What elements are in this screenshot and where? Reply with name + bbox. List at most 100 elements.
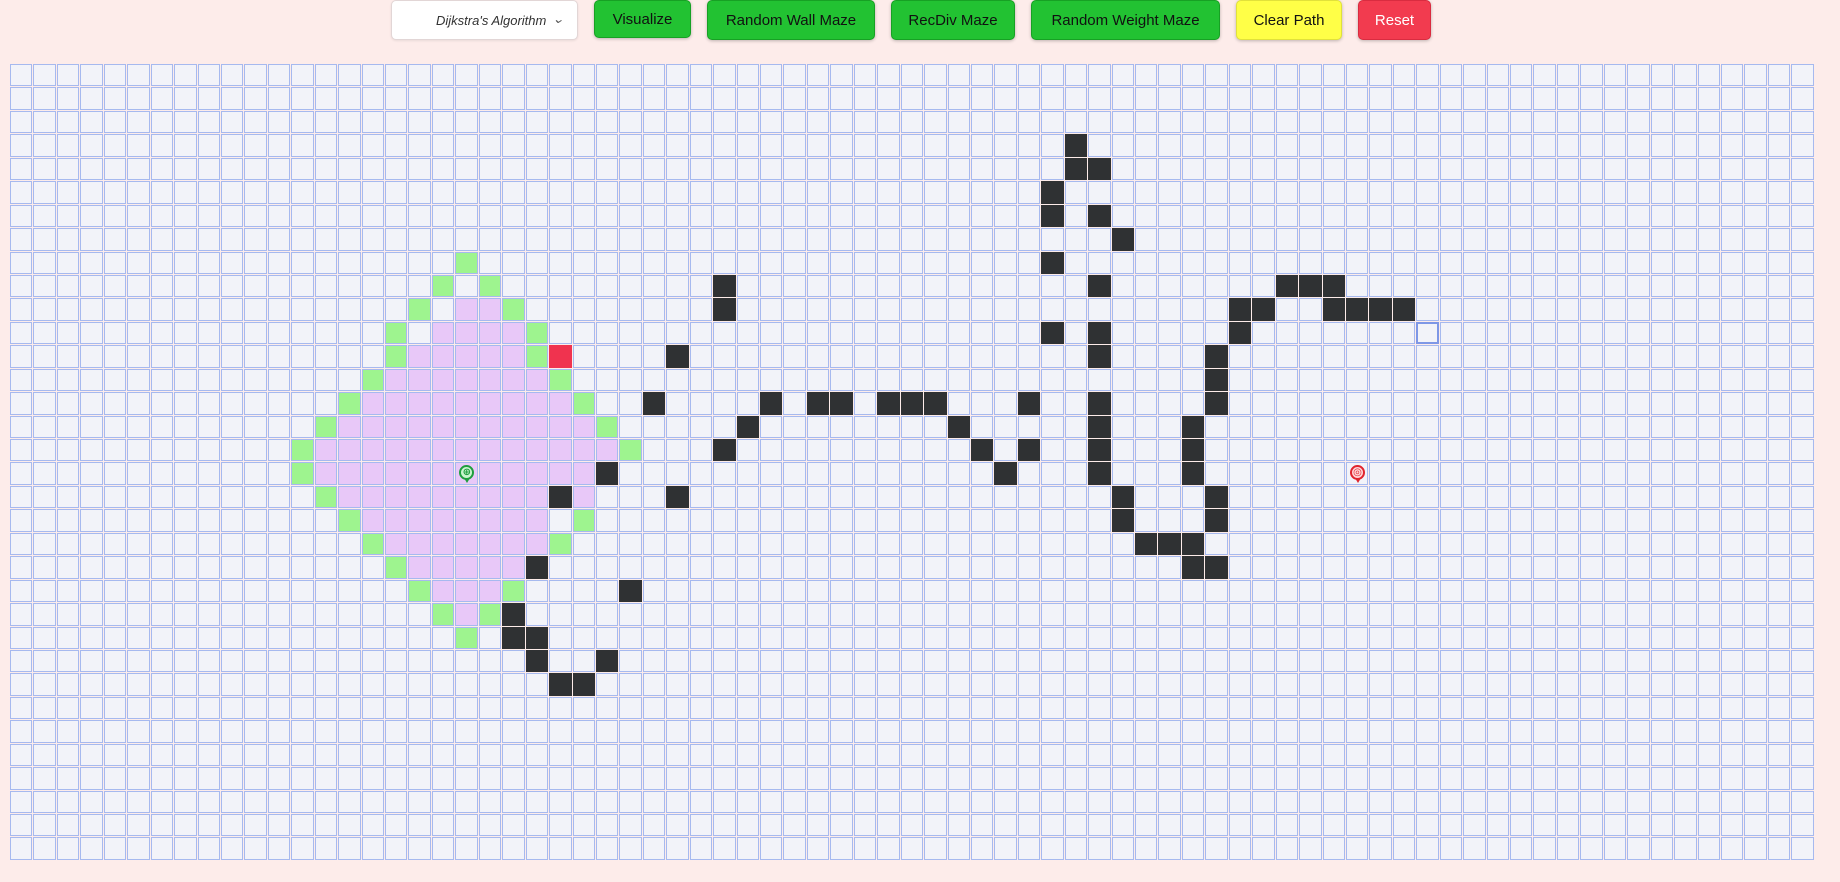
grid-cell[interactable]: [1345, 64, 1369, 87]
grid-cell[interactable]: [1791, 439, 1814, 462]
grid-cell[interactable]: [1767, 509, 1791, 532]
grid-cell[interactable]: [1181, 228, 1205, 251]
grid-cell[interactable]: [1627, 696, 1650, 720]
grid-cell[interactable]: [408, 837, 431, 860]
grid-cell[interactable]: [291, 579, 314, 603]
frontier-cell[interactable]: [525, 345, 549, 368]
grid-cell[interactable]: [291, 696, 314, 720]
grid-cell[interactable]: [900, 110, 924, 134]
grid-cell[interactable]: [1486, 415, 1509, 438]
grid-cell[interactable]: [1017, 64, 1041, 87]
grid-cell[interactable]: [947, 626, 970, 649]
grid-cell[interactable]: [1322, 204, 1345, 228]
grid-cell[interactable]: [1088, 532, 1111, 556]
grid-cell[interactable]: [1064, 110, 1088, 134]
grid-cell[interactable]: [1767, 274, 1791, 298]
grid-cell[interactable]: [1416, 134, 1439, 157]
grid-cell[interactable]: [267, 743, 291, 767]
grid-cell[interactable]: [760, 696, 783, 720]
grid-cell[interactable]: [220, 767, 244, 790]
wall-cell[interactable]: [572, 673, 595, 696]
grid-cell[interactable]: [1392, 649, 1416, 673]
grid-cell[interactable]: [1064, 485, 1088, 509]
grid-cell[interactable]: [736, 790, 759, 813]
grid-cell[interactable]: [853, 509, 877, 532]
grid-cell[interactable]: [1322, 720, 1345, 743]
grid-cell[interactable]: [1463, 509, 1486, 532]
grid-cell[interactable]: [80, 368, 103, 392]
grid-cell[interactable]: [1720, 673, 1744, 696]
grid-cell[interactable]: [1205, 532, 1228, 556]
grid-cell[interactable]: [1603, 720, 1627, 743]
grid-cell[interactable]: [1791, 720, 1814, 743]
visited-cell[interactable]: [478, 509, 502, 532]
grid-cell[interactable]: [1299, 64, 1322, 87]
grid-cell[interactable]: [431, 181, 455, 204]
grid-cell[interactable]: [1275, 415, 1299, 438]
grid-cell[interactable]: [806, 157, 830, 181]
grid-cell[interactable]: [1228, 157, 1252, 181]
grid-cell[interactable]: [1603, 485, 1627, 509]
grid-cell[interactable]: [947, 556, 970, 579]
grid-cell[interactable]: [267, 462, 291, 485]
grid-cell[interactable]: [1580, 64, 1603, 87]
grid-cell[interactable]: [361, 181, 384, 204]
grid-cell[interactable]: [1697, 767, 1720, 790]
grid-cell[interactable]: [174, 415, 197, 438]
visited-cell[interactable]: [478, 321, 502, 345]
grid-cell[interactable]: [853, 368, 877, 392]
grid-cell[interactable]: [385, 274, 408, 298]
grid-cell[interactable]: [1111, 110, 1134, 134]
grid-cell[interactable]: [1533, 64, 1556, 87]
grid-cell[interactable]: [1181, 767, 1205, 790]
grid-cell[interactable]: [1767, 673, 1791, 696]
grid-cell[interactable]: [1510, 790, 1533, 813]
grid-cell[interactable]: [1791, 814, 1814, 837]
grid-cell[interactable]: [1088, 814, 1111, 837]
grid-cell[interactable]: [1299, 556, 1322, 579]
grid-cell[interactable]: [1392, 415, 1416, 438]
grid-cell[interactable]: [1017, 274, 1041, 298]
grid-cell[interactable]: [1392, 462, 1416, 485]
grid-cell[interactable]: [33, 626, 56, 649]
wall-cell[interactable]: [595, 649, 619, 673]
grid-cell[interactable]: [549, 509, 572, 532]
grid-cell[interactable]: [1205, 814, 1228, 837]
grid-cell[interactable]: [197, 134, 220, 157]
grid-cell[interactable]: [1322, 64, 1345, 87]
grid-cell[interactable]: [1135, 485, 1158, 509]
grid-cell[interactable]: [33, 837, 56, 860]
grid-cell[interactable]: [314, 743, 338, 767]
grid-cell[interactable]: [1299, 767, 1322, 790]
grid-cell[interactable]: [1111, 743, 1134, 767]
grid-cell[interactable]: [1299, 673, 1322, 696]
grid-cell[interactable]: [1510, 837, 1533, 860]
grid-cell[interactable]: [1275, 439, 1299, 462]
grid-cell[interactable]: [1697, 696, 1720, 720]
grid-cell[interactable]: [970, 532, 994, 556]
reset-button[interactable]: Reset: [1358, 0, 1431, 40]
grid-cell[interactable]: [1486, 251, 1509, 274]
grid-cell[interactable]: [1720, 274, 1744, 298]
grid-cell[interactable]: [642, 298, 666, 321]
grid-cell[interactable]: [900, 509, 924, 532]
grid-cell[interactable]: [244, 814, 267, 837]
grid-cell[interactable]: [1744, 181, 1767, 204]
grid-cell[interactable]: [1439, 814, 1463, 837]
grid-cell[interactable]: [1556, 743, 1580, 767]
grid-cell[interactable]: [666, 720, 689, 743]
grid-cell[interactable]: [1252, 603, 1275, 626]
wall-cell[interactable]: [1181, 532, 1205, 556]
grid-cell[interactable]: [150, 251, 174, 274]
grid-cell[interactable]: [736, 298, 759, 321]
grid-cell[interactable]: [502, 274, 525, 298]
grid-cell[interactable]: [877, 462, 900, 485]
grid-cell[interactable]: [1041, 649, 1064, 673]
grid-cell[interactable]: [455, 204, 478, 228]
grid-cell[interactable]: [1416, 64, 1439, 87]
grid-cell[interactable]: [197, 110, 220, 134]
grid-cell[interactable]: [220, 673, 244, 696]
wall-cell[interactable]: [1088, 321, 1111, 345]
grid-cell[interactable]: [1744, 485, 1767, 509]
grid-cell[interactable]: [1439, 532, 1463, 556]
